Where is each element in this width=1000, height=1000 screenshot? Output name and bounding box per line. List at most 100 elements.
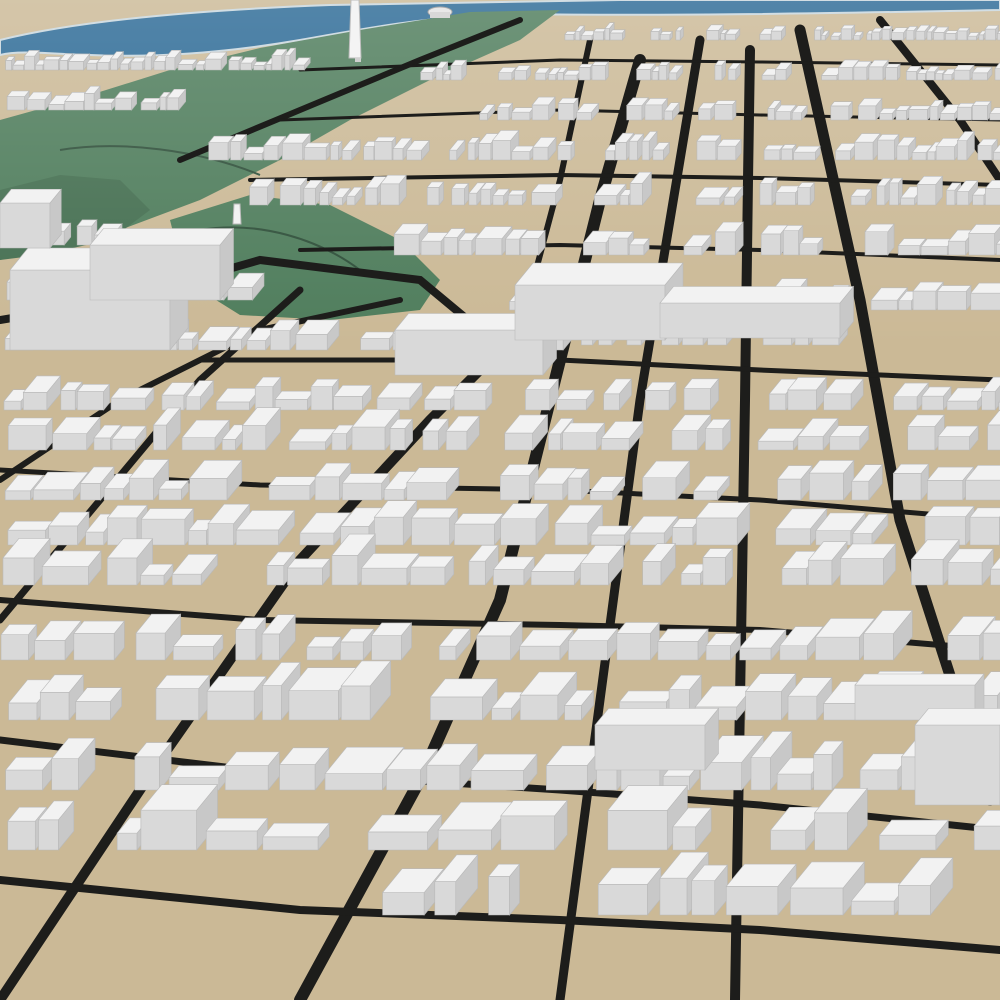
building xyxy=(597,867,662,916)
building xyxy=(590,525,633,546)
building xyxy=(967,31,980,41)
building xyxy=(840,24,856,41)
building xyxy=(76,383,111,411)
building xyxy=(797,181,815,206)
building xyxy=(683,377,720,411)
building xyxy=(26,91,52,111)
city-3d-map[interactable] xyxy=(0,0,1000,1000)
building xyxy=(453,512,504,546)
building xyxy=(496,102,514,121)
building xyxy=(659,30,674,41)
building xyxy=(704,418,732,451)
building xyxy=(367,814,443,851)
building xyxy=(591,61,610,81)
building xyxy=(429,677,498,721)
building xyxy=(110,387,155,411)
building xyxy=(140,97,162,111)
building xyxy=(520,229,546,256)
building xyxy=(531,96,556,121)
large-building xyxy=(659,285,855,339)
building xyxy=(279,177,308,206)
building xyxy=(487,863,521,916)
building xyxy=(286,558,331,586)
building xyxy=(924,505,975,546)
large-building xyxy=(0,188,62,249)
building xyxy=(953,64,975,81)
building xyxy=(360,331,396,351)
building xyxy=(770,25,787,41)
building xyxy=(697,102,717,121)
building xyxy=(713,99,737,121)
building xyxy=(7,417,54,451)
building xyxy=(854,132,881,161)
building xyxy=(341,472,391,501)
building xyxy=(155,674,211,721)
building xyxy=(563,69,582,81)
building xyxy=(876,133,900,161)
building xyxy=(453,382,493,411)
building xyxy=(374,136,397,161)
building xyxy=(644,381,677,411)
building xyxy=(857,97,883,121)
building xyxy=(628,237,650,256)
building xyxy=(0,623,38,661)
building xyxy=(333,384,372,411)
building xyxy=(450,59,468,81)
building xyxy=(908,104,932,121)
building xyxy=(839,543,897,586)
building xyxy=(249,178,275,206)
building xyxy=(43,55,62,71)
building xyxy=(470,753,538,791)
building xyxy=(329,140,343,161)
building xyxy=(389,418,414,451)
building xyxy=(130,56,148,71)
building xyxy=(714,221,744,256)
building xyxy=(467,136,481,161)
building xyxy=(616,621,661,661)
building xyxy=(916,175,944,206)
large-building xyxy=(514,262,684,341)
building xyxy=(578,63,594,81)
building xyxy=(409,555,455,586)
building xyxy=(475,621,523,661)
building xyxy=(370,622,413,661)
building xyxy=(557,97,579,121)
building xyxy=(499,463,539,501)
building xyxy=(905,25,918,41)
building xyxy=(937,425,979,451)
building xyxy=(205,817,269,851)
building xyxy=(513,64,532,81)
small-obelisk-icon xyxy=(232,203,242,225)
monument-obelisk-icon xyxy=(348,0,362,62)
building xyxy=(799,236,824,256)
building xyxy=(262,822,330,851)
building xyxy=(878,107,898,121)
building xyxy=(895,104,911,121)
building xyxy=(208,135,235,161)
building xyxy=(968,224,1000,256)
building xyxy=(947,547,994,586)
building xyxy=(829,424,870,451)
large-building xyxy=(914,708,1000,806)
building xyxy=(864,223,895,256)
building xyxy=(793,145,821,161)
building xyxy=(564,30,577,41)
building xyxy=(531,183,564,206)
building xyxy=(714,59,727,81)
building xyxy=(274,390,315,411)
building xyxy=(556,389,595,411)
building xyxy=(671,517,701,546)
building xyxy=(134,741,172,791)
domed-memorial-icon xyxy=(427,6,453,18)
building xyxy=(73,620,126,661)
building xyxy=(177,58,198,71)
large-building xyxy=(89,227,235,301)
building xyxy=(871,27,884,41)
building xyxy=(158,479,190,501)
building xyxy=(511,145,536,161)
building xyxy=(206,675,267,721)
building xyxy=(500,502,550,546)
building xyxy=(971,100,992,121)
building xyxy=(303,142,331,161)
building xyxy=(984,24,1000,41)
